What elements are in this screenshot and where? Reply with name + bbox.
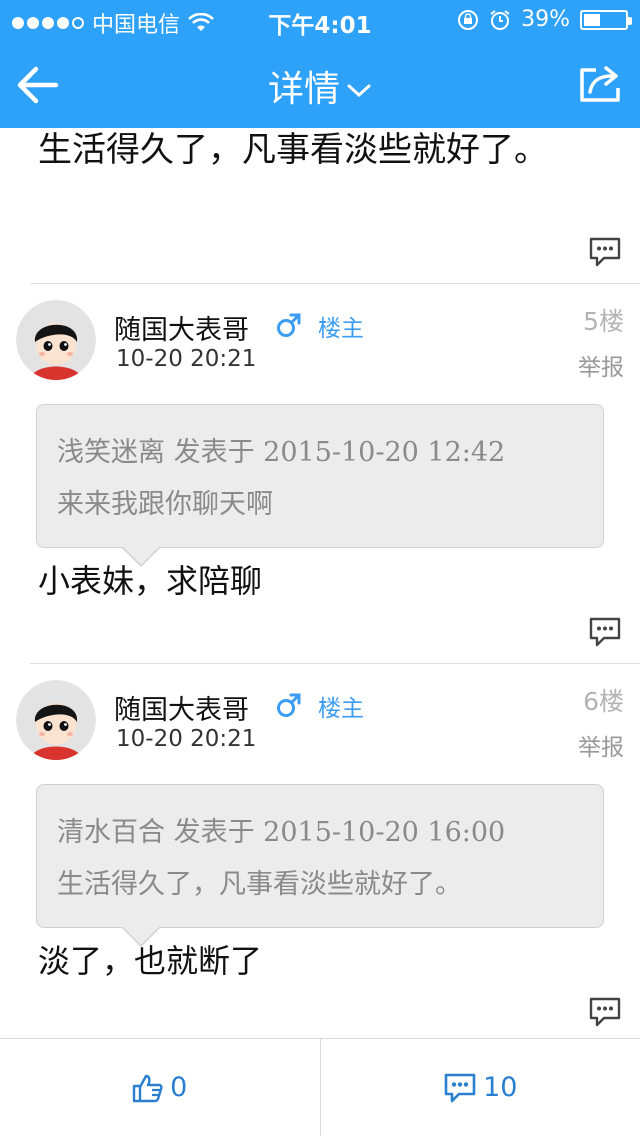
author-name[interactable]: 随国大表哥 bbox=[114, 308, 249, 347]
avatar[interactable] bbox=[16, 300, 96, 380]
report-button[interactable]: 举报 bbox=[578, 348, 624, 382]
top-bar: 中国电信 下午4:01 39% 详情 bbox=[0, 0, 640, 128]
quote-box: 浅笑迷离 发表于 2015-10-20 12:42 来来我跟你聊天啊 bbox=[36, 404, 604, 567]
comment-count: 10 bbox=[483, 1072, 518, 1103]
thread-content[interactable]: 生活得久了，凡事看淡些就好了。 随国大表哥 楼主 10-20 20:21 5楼 … bbox=[0, 128, 640, 1038]
comment-icon[interactable] bbox=[588, 996, 622, 1028]
nav-bar: 详情 bbox=[0, 40, 640, 128]
like-button[interactable]: 0 bbox=[0, 1039, 320, 1136]
quote-text: 来来我跟你聊天啊 bbox=[57, 489, 273, 520]
floor-number: 5楼 bbox=[583, 307, 624, 336]
divider bbox=[30, 663, 640, 664]
battery-percent: 39% bbox=[521, 7, 570, 32]
post-time: 10-20 20:21 bbox=[116, 726, 257, 752]
previous-post-text: 生活得久了，凡事看淡些就好了。 bbox=[38, 130, 548, 170]
rotation-lock-icon bbox=[458, 9, 479, 30]
bottom-action-bar: 0 10 bbox=[0, 1038, 640, 1136]
author-name[interactable]: 随国大表哥 bbox=[114, 688, 249, 727]
page-title-label: 详情 bbox=[267, 69, 340, 110]
floor-number: 6楼 bbox=[583, 687, 624, 716]
quote-box: 清水百合 发表于 2015-10-20 16:00 生活得久了，凡事看淡些就好了… bbox=[36, 784, 604, 947]
post-time: 10-20 20:21 bbox=[116, 346, 257, 372]
post-text: 淡了，也就断了 bbox=[38, 942, 263, 980]
comment-icon bbox=[444, 1073, 476, 1102]
report-button[interactable]: 举报 bbox=[578, 728, 624, 762]
owner-badge: 楼主 bbox=[318, 316, 364, 342]
male-icon bbox=[277, 313, 301, 337]
owner-badge: 楼主 bbox=[318, 696, 364, 722]
page-title[interactable]: 详情 bbox=[0, 60, 640, 112]
divider bbox=[30, 283, 640, 284]
status-bar: 中国电信 下午4:01 39% bbox=[0, 0, 640, 40]
quote-header: 浅笑迷离 发表于 2015-10-20 12:42 bbox=[57, 437, 506, 468]
battery-icon bbox=[580, 9, 632, 30]
male-icon bbox=[277, 693, 301, 717]
chevron-down-icon bbox=[347, 84, 371, 98]
avatar[interactable] bbox=[16, 680, 96, 760]
quote-header: 清水百合 发表于 2015-10-20 16:00 bbox=[57, 817, 506, 848]
share-icon[interactable] bbox=[578, 64, 624, 104]
alarm-icon bbox=[490, 9, 510, 30]
thumbs-up-icon bbox=[132, 1074, 163, 1102]
quote-text: 生活得久了，凡事看淡些就好了。 bbox=[57, 869, 462, 900]
comment-icon[interactable] bbox=[588, 236, 622, 268]
post-text: 小表妹，求陪聊 bbox=[38, 562, 263, 600]
like-count: 0 bbox=[170, 1072, 188, 1103]
avatar-icon bbox=[16, 680, 96, 760]
avatar-icon bbox=[16, 300, 96, 380]
comment-button[interactable]: 10 bbox=[319, 1039, 640, 1136]
comment-icon[interactable] bbox=[588, 616, 622, 648]
